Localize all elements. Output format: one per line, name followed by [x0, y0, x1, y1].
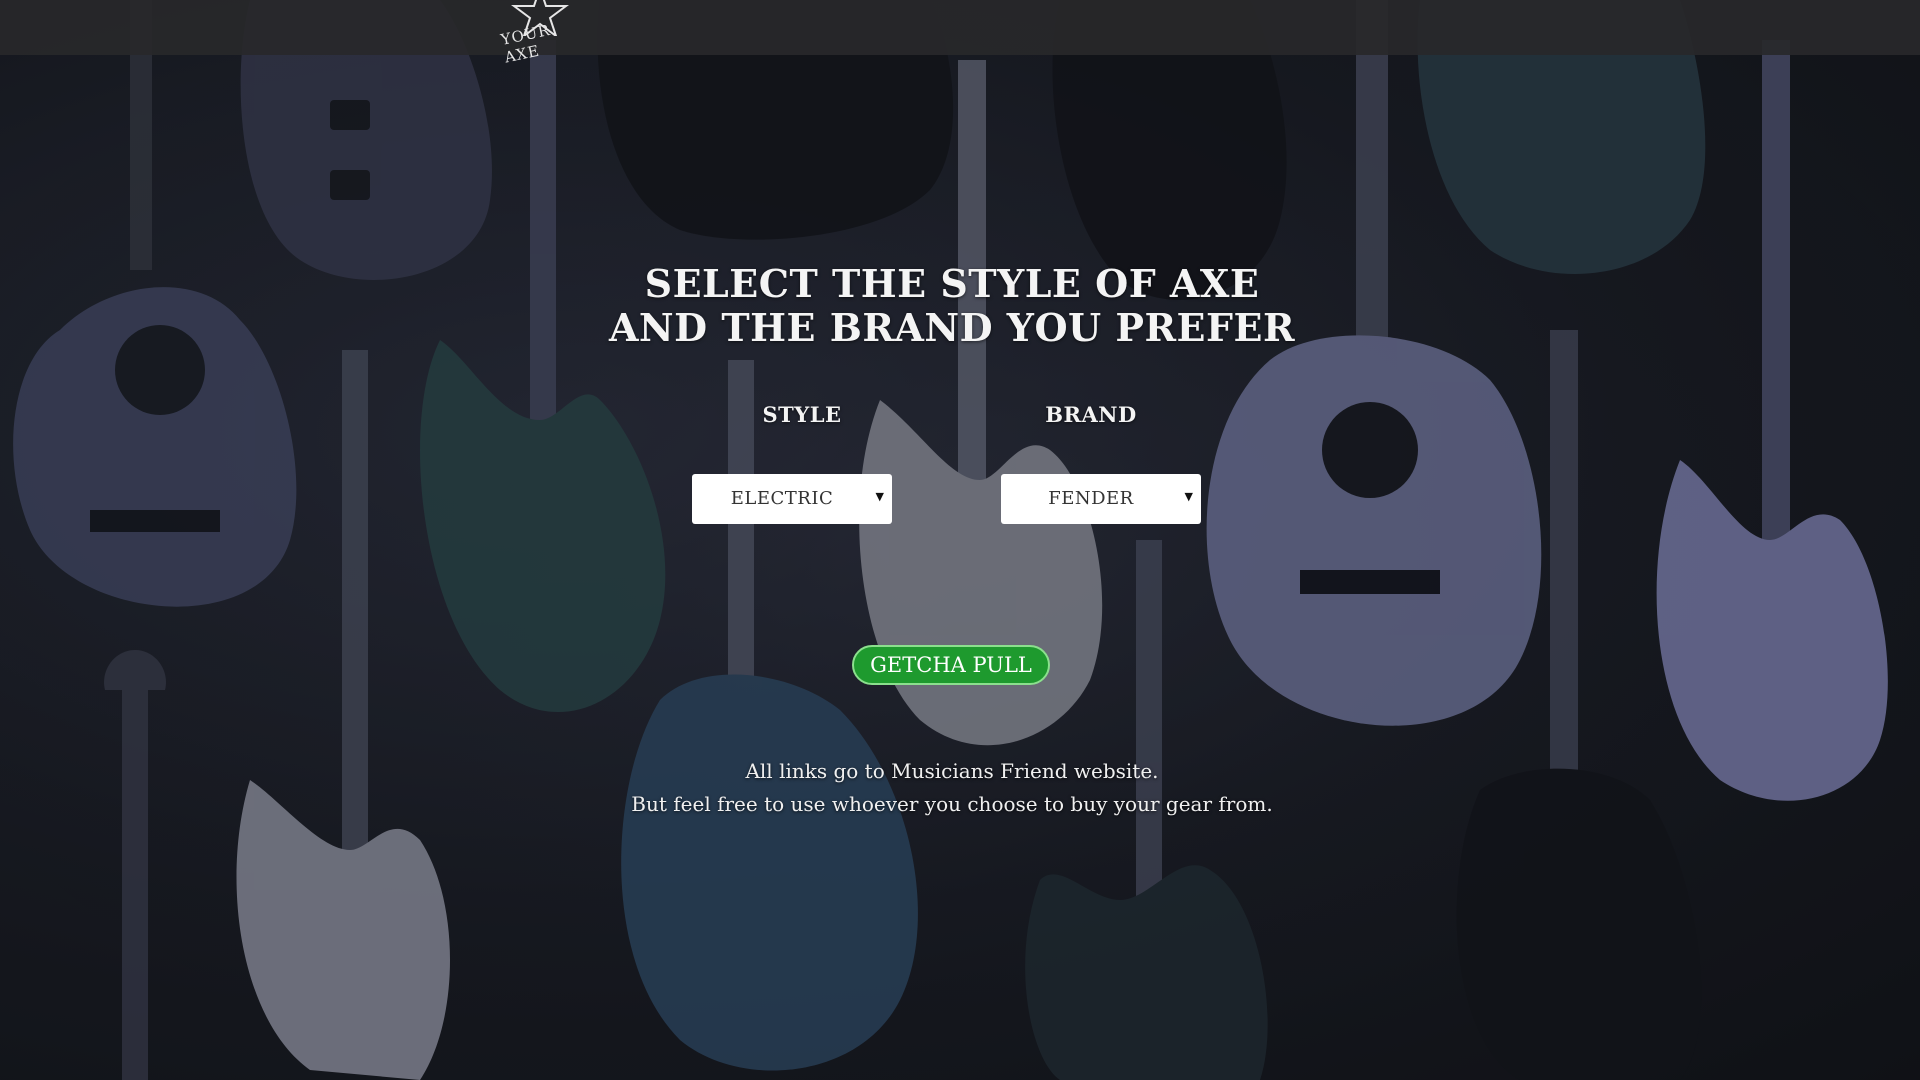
main-content: SELECT THE STYLE OF AXE AND THE BRAND YO…	[0, 0, 1920, 1080]
page-headline: SELECT THE STYLE OF AXE AND THE BRAND YO…	[560, 262, 1344, 350]
note-line-1: All links go to Musicians Friend website…	[745, 759, 1159, 783]
page: YOUR AXE SELECT THE STYLE OF AXE AND THE…	[0, 0, 1920, 1080]
headline-line-2: AND THE BRAND YOU PREFER	[608, 305, 1296, 350]
caret-down-icon: ▼	[875, 490, 884, 503]
getcha-pull-button[interactable]: GETCHA PULL	[852, 645, 1050, 685]
brand-select[interactable]: FENDER ▼	[1001, 474, 1201, 524]
headline-line-1: SELECT THE STYLE OF AXE	[644, 261, 1260, 306]
style-label: STYLE	[762, 402, 842, 427]
site-logo[interactable]: YOUR AXE	[492, 0, 588, 67]
brand-label: BRAND	[1045, 402, 1137, 427]
style-select-value: ELECTRIC	[730, 488, 834, 509]
info-note: All links go to Musicians Friend website…	[560, 755, 1344, 821]
caret-down-icon: ▼	[1184, 490, 1193, 503]
top-navigation-bar	[0, 0, 1920, 55]
style-select[interactable]: ELECTRIC ▼	[692, 474, 892, 524]
note-line-2: But feel free to use whoever you choose …	[631, 792, 1273, 816]
brand-select-value: FENDER	[1048, 488, 1134, 509]
